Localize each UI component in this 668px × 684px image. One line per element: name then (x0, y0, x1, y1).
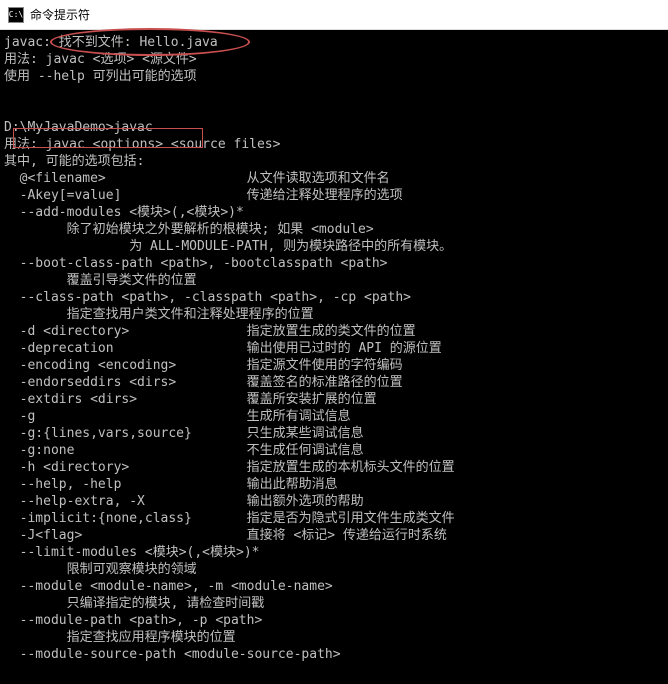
terminal-line: 覆盖引导类文件的位置 (4, 272, 664, 289)
terminal-line: -J<flag> 直接将 <标记> 传递给运行时系统 (4, 527, 664, 544)
terminal-line: 指定查找用户类文件和注释处理程序的位置 (4, 306, 664, 323)
titlebar: C:\ 命令提示符 (0, 0, 668, 30)
terminal-line: 指定查找应用程序模块的位置 (4, 629, 664, 646)
window-title: 命令提示符 (30, 6, 90, 23)
terminal-line: -deprecation 输出使用已过时的 API 的源位置 (4, 340, 664, 357)
terminal-line: -implicit:{none,class} 指定是否为隐式引用文件生成类文件 (4, 510, 664, 527)
terminal-line: 只编译指定的模块, 请检查时间戳 (4, 595, 664, 612)
terminal-line: @<filename> 从文件读取选项和文件名 (4, 170, 664, 187)
terminal-line: -g 生成所有调试信息 (4, 408, 664, 425)
terminal-line: 使用 --help 可列出可能的选项 (4, 68, 664, 85)
terminal-line: 用法: javac <options> <source files> (4, 136, 664, 153)
terminal-line: -g:none 不生成任何调试信息 (4, 442, 664, 459)
terminal-line: D:\MyJavaDemo>javac (4, 119, 664, 136)
terminal-line: -extdirs <dirs> 覆盖所安装扩展的位置 (4, 391, 664, 408)
terminal-line: 为 ALL-MODULE-PATH, 则为模块路径中的所有模块。 (4, 238, 664, 255)
terminal-line (4, 85, 664, 102)
terminal-output[interactable]: javac: 找不到文件: Hello.java用法: javac <选项> <… (0, 30, 668, 684)
terminal-line: --add-modules <模块>(,<模块>)* (4, 204, 664, 221)
terminal-line: --module <module-name>, -m <module-name> (4, 578, 664, 595)
terminal-line: -g:{lines,vars,source} 只生成某些调试信息 (4, 425, 664, 442)
terminal-line: 用法: javac <选项> <源文件> (4, 51, 664, 68)
terminal-line: --module-path <path>, -p <path> (4, 612, 664, 629)
terminal-line (4, 102, 664, 119)
terminal-line: -h <directory> 指定放置生成的本机标头文件的位置 (4, 459, 664, 476)
terminal-line: --class-path <path>, -classpath <path>, … (4, 289, 664, 306)
cmd-icon: C:\ (8, 7, 24, 23)
terminal-line: -encoding <encoding> 指定源文件使用的字符编码 (4, 357, 664, 374)
terminal-line: javac: 找不到文件: Hello.java (4, 34, 664, 51)
terminal-line: 除了初始模块之外要解析的根模块; 如果 <module> (4, 221, 664, 238)
terminal-line: -Akey[=value] 传递给注释处理程序的选项 (4, 187, 664, 204)
terminal-line: --help, -help 输出此帮助消息 (4, 476, 664, 493)
terminal-line: --help-extra, -X 输出额外选项的帮助 (4, 493, 664, 510)
terminal-line: --limit-modules <模块>(,<模块>)* (4, 544, 664, 561)
terminal-line: -endorseddirs <dirs> 覆盖签名的标准路径的位置 (4, 374, 664, 391)
cmd-icon-text: C:\ (9, 10, 23, 19)
terminal-line: --boot-class-path <path>, -bootclasspath… (4, 255, 664, 272)
terminal-line: 限制可观察模块的领域 (4, 561, 664, 578)
terminal-line: --module-source-path <module-source-path… (4, 646, 664, 663)
terminal-line: -d <directory> 指定放置生成的类文件的位置 (4, 323, 664, 340)
terminal-line: 其中, 可能的选项包括: (4, 153, 664, 170)
